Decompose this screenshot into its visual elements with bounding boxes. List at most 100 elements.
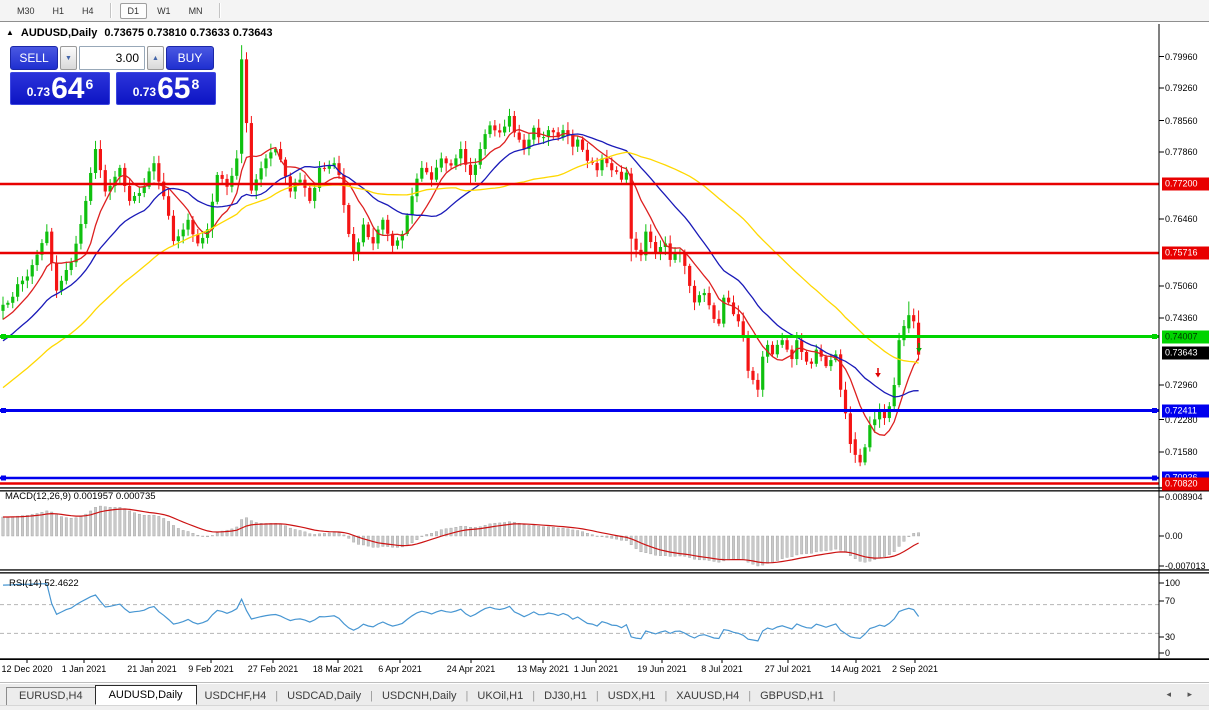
one-click-trading-panel: SELL ▼ ▲ BUY 0.73 64 6 0.73 65 8 — [10, 46, 216, 105]
hline-price-tag: 0.74007 — [1162, 330, 1209, 343]
trade-arrow-marker — [875, 373, 881, 378]
lot-increase-button[interactable]: ▲ — [147, 46, 164, 70]
buy-price-prefix: 0.73 — [132, 85, 157, 99]
mt4-window: M30 H1 H4 D1 W1 MN 0.79960 0.79260 0.78560 0.778… — [0, 0, 1209, 710]
date-axis-tick-label: 21 Jan 2021 — [127, 664, 177, 674]
hline-price-tag: 0.77200 — [1162, 177, 1209, 191]
buy-button[interactable]: BUY — [166, 46, 214, 70]
rsi-axis-tick-label: 30 — [1165, 632, 1176, 642]
price-axis-tick-label: 0.79960 — [1165, 51, 1198, 62]
panel-separator — [0, 487, 1209, 489]
chart-title: ▲ AUDUSD,Daily 0.73675 0.73810 0.73633 0… — [6, 27, 273, 39]
date-axis-tick-label: 12 Dec 2020 — [1, 664, 53, 674]
price-axis-tick-label: 0.78560 — [1165, 115, 1198, 126]
chart-tab-usdx[interactable]: USDX,H1 — [599, 688, 665, 705]
line-handle — [1, 408, 6, 413]
panel-separator — [0, 490, 1209, 492]
chart-tab-ukoil[interactable]: UKOil,H1 — [468, 688, 532, 705]
chart-canvas[interactable] — [0, 0, 1209, 710]
panel-separator — [0, 569, 1209, 571]
rsi-axis-tick-label: 0 — [1165, 648, 1171, 658]
timeframe-mn-button[interactable]: MN — [181, 3, 211, 19]
date-axis-tick-label: 1 Jan 2021 — [61, 664, 107, 674]
sma-20-line — [2, 133, 919, 398]
timeframe-h1-button[interactable]: H1 — [45, 3, 73, 19]
rsi-panel-title: RSI(14) 52.4622 — [9, 578, 79, 589]
date-axis-tick-label: 8 Jul 2021 — [701, 664, 743, 674]
date-axis-tick-label: 6 Apr 2021 — [378, 664, 422, 674]
sell-price-prefix: 0.73 — [26, 85, 51, 99]
price-axis-tick-label: 0.76460 — [1165, 214, 1198, 224]
chart-tab-audusd[interactable]: AUDUSD,Daily — [94, 685, 197, 705]
timeframe-d1-button[interactable]: D1 — [119, 2, 148, 19]
sell-price-box[interactable]: 0.73 64 6 — [10, 72, 110, 105]
hline-price-tag: 0.75716 — [1162, 246, 1209, 260]
price-axis-tick-label: 0.72960 — [1165, 380, 1198, 390]
lot-decrease-button[interactable]: ▼ — [60, 46, 77, 70]
timeframe-toolbar: M30 H1 H4 D1 W1 MN — [0, 0, 1209, 22]
date-axis-tick-label: 27 Jul 2021 — [764, 664, 812, 674]
tab-scroll-arrows[interactable]: ◂ ▸ — [1166, 689, 1199, 705]
chart-ohlc-values: 0.73675 0.73810 0.73633 0.73643 — [104, 27, 273, 39]
sma-8-line — [2, 128, 920, 436]
chart-tab-usdchf[interactable]: USDCHF,H4 — [196, 688, 276, 705]
lot-size-input[interactable] — [79, 46, 145, 70]
chart-tab-usdcad[interactable]: USDCAD,Daily — [278, 688, 370, 705]
chart-tab-xauusd[interactable]: XAUUSD,H4 — [667, 688, 748, 705]
date-axis-tick-label: 2 Sep 2021 — [891, 664, 939, 674]
chart-tab-bar: EURUSD,H4 AUDUSD,Daily USDCHF,H4 | USDCAD,Da… — [0, 683, 1209, 705]
date-axis-tick-label: 19 Jun 2021 — [637, 664, 687, 674]
panel-separator — [0, 572, 1209, 574]
chart-tab-eurusd[interactable]: EURUSD,H4 — [6, 687, 96, 705]
line-handle — [1152, 408, 1157, 413]
toolbar-separator — [218, 3, 221, 18]
chart-tab-list: EURUSD,H4 AUDUSD,Daily USDCHF,H4 | USDCAD,Da… — [6, 685, 836, 705]
buy-price-pip: 8 — [191, 76, 200, 92]
line-handle — [1, 334, 6, 339]
date-axis-tick-label: 18 Mar 2021 — [312, 664, 364, 674]
collapse-chart-icon[interactable]: ▲ — [6, 29, 14, 37]
panel-separator — [0, 658, 1209, 660]
hline-price-tag: 0.70820 — [1162, 477, 1209, 490]
rsi-line — [2, 583, 920, 642]
tab-divider: | — [832, 690, 836, 702]
sell-button[interactable]: SELL — [10, 46, 58, 70]
macd-axis-tick-label: -0.007013 — [1165, 561, 1206, 571]
candles-layer — [1, 45, 921, 467]
rsi-axis-tick-label: 100 — [1165, 578, 1181, 588]
price-axis-tick-label: 0.77860 — [1165, 147, 1198, 157]
sell-price-pip: 6 — [85, 76, 94, 92]
line-handle — [1152, 475, 1157, 481]
current-price-tag: 0.73643 — [1162, 346, 1209, 360]
price-axis-tick-label: 0.75060 — [1165, 281, 1198, 291]
date-axis-tick-label: 24 Apr 2021 — [446, 664, 496, 674]
date-axis-tick-label: 14 Aug 2021 — [830, 664, 882, 674]
macd-panel-title: MACD(12,26,9) 0.001957 0.000735 — [5, 491, 156, 502]
rsi-axis-tick-label: 70 — [1165, 596, 1176, 606]
chart-symbol-period: AUDUSD,Daily — [20, 27, 98, 39]
macd-histogram — [1, 505, 920, 567]
chart-tab-dj30[interactable]: DJ30,H1 — [535, 688, 596, 705]
price-axis-tick-label: 0.79260 — [1165, 83, 1198, 93]
toolbar-separator — [109, 3, 112, 18]
timeframe-m30-button[interactable]: M30 — [9, 3, 43, 19]
timeframe-w1-button[interactable]: W1 — [149, 3, 179, 19]
timeframe-h4-button[interactable]: H4 — [74, 3, 102, 19]
price-axis-tick-label: 0.71580 — [1165, 447, 1198, 457]
date-axis-tick-label: 1 Jun 2021 — [573, 664, 619, 674]
chart-tab-gbpusd[interactable]: GBPUSD,H1 — [751, 688, 833, 705]
sell-price-big: 64 — [51, 72, 85, 105]
line-handle — [1152, 334, 1157, 339]
line-handle — [1, 475, 6, 481]
timeframe-group: M30 H1 H4 D1 W1 MN — [8, 2, 228, 19]
buy-price-box[interactable]: 0.73 65 8 — [116, 72, 216, 105]
macd-axis-tick-label: 0.008904 — [1165, 492, 1203, 502]
buy-price-big: 65 — [157, 72, 191, 105]
chart-tab-usdcnh[interactable]: USDCNH,Daily — [373, 688, 466, 705]
date-axis-tick-label: 27 Feb 2021 — [247, 664, 299, 674]
date-axis-tick-label: 13 May 2021 — [516, 664, 570, 674]
price-axis-tick-label: 0.74360 — [1165, 313, 1198, 323]
macd-axis-tick-label: 0.00 — [1165, 531, 1183, 541]
date-axis-tick-label: 9 Feb 2021 — [188, 664, 234, 674]
hline-price-tag: 0.72411 — [1162, 404, 1209, 417]
